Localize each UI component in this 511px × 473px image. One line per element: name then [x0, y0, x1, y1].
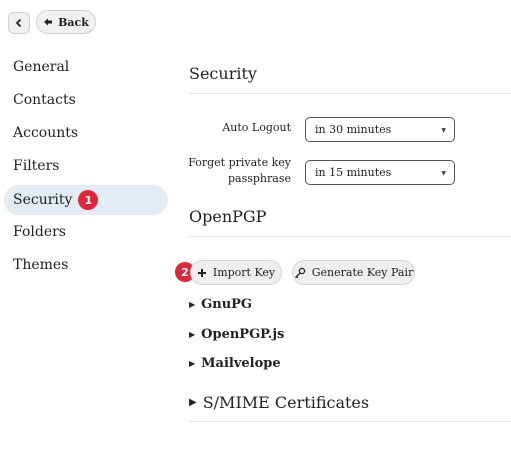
- key-icon: [294, 267, 305, 278]
- mailvelope-section-toggle[interactable]: ▶ Mailvelope: [189, 356, 281, 371]
- import-key-button[interactable]: Import Key: [190, 260, 282, 285]
- forget-passphrase-value: in 15 minutes: [315, 166, 392, 179]
- forget-passphrase-label: Forget private key passphrase: [188, 155, 291, 187]
- sidebar-item-accounts[interactable]: Accounts: [4, 118, 168, 148]
- sidebar-item-folders[interactable]: Folders: [4, 217, 168, 247]
- forget-passphrase-select[interactable]: in 15 minutes ▼: [305, 160, 455, 185]
- divider: [189, 421, 511, 422]
- smime-section-toggle[interactable]: ▶ S/MIME Certificates: [189, 393, 369, 412]
- dropdown-caret-icon: ▼: [441, 127, 446, 134]
- openpgpjs-section-toggle[interactable]: ▶ OpenPGP.js: [189, 327, 284, 342]
- sidebar-item-label: Folders: [13, 224, 66, 240]
- back-button[interactable]: Back: [36, 10, 96, 34]
- sidebar-item-contacts[interactable]: Contacts: [4, 85, 168, 115]
- chevron-left-icon: [15, 18, 22, 28]
- gnupg-section-toggle[interactable]: ▶ GnuPG: [189, 297, 252, 312]
- triangle-right-icon: ▶: [189, 330, 196, 339]
- generate-key-pair-label: Generate Key Pair: [311, 266, 414, 279]
- divider: [189, 93, 511, 94]
- auto-logout-select[interactable]: in 30 minutes ▼: [305, 117, 455, 142]
- sidebar-item-label: Accounts: [13, 125, 79, 141]
- dropdown-caret-icon: ▼: [441, 170, 446, 177]
- openpgpjs-label: OpenPGP.js: [201, 327, 285, 342]
- triangle-right-icon: ▶: [189, 300, 196, 309]
- sidebar-item-themes[interactable]: Themes: [4, 250, 168, 280]
- import-key-label: Import Key: [212, 266, 276, 279]
- collapse-button[interactable]: [8, 12, 30, 34]
- security-heading: Security: [189, 64, 257, 83]
- arrow-left-icon: [44, 18, 53, 26]
- generate-key-pair-button[interactable]: Generate Key Pair: [292, 260, 415, 285]
- sidebar-item-label: Security: [13, 192, 73, 208]
- mailvelope-label: Mailvelope: [201, 356, 281, 371]
- step-badge: 1: [78, 190, 99, 210]
- sidebar-item-label: Filters: [13, 158, 60, 174]
- sidebar-item-label: Themes: [13, 257, 69, 273]
- triangle-right-icon: ▶: [189, 359, 196, 368]
- triangle-right-icon: ▶: [189, 397, 197, 408]
- openpgp-heading: OpenPGP: [189, 207, 267, 226]
- sidebar-item-label: General: [13, 59, 70, 75]
- sidebar-item-security[interactable]: Security 1: [4, 185, 168, 215]
- plus-icon: [197, 268, 206, 277]
- back-button-label: Back: [58, 15, 89, 29]
- sidebar-item-filters[interactable]: Filters: [4, 151, 168, 181]
- auto-logout-label: Auto Logout: [222, 121, 291, 134]
- divider: [189, 236, 511, 237]
- auto-logout-value: in 30 minutes: [315, 123, 392, 136]
- sidebar-item-label: Contacts: [13, 92, 76, 108]
- forget-passphrase-label-line2: passphrase: [228, 172, 291, 185]
- forget-passphrase-label-line1: Forget private key: [188, 156, 291, 169]
- gnupg-label: GnuPG: [201, 297, 253, 312]
- sidebar-item-general[interactable]: General: [4, 52, 168, 82]
- settings-page: Back General Contacts Accounts Filters S…: [0, 0, 511, 473]
- smime-label: S/MIME Certificates: [202, 393, 370, 412]
